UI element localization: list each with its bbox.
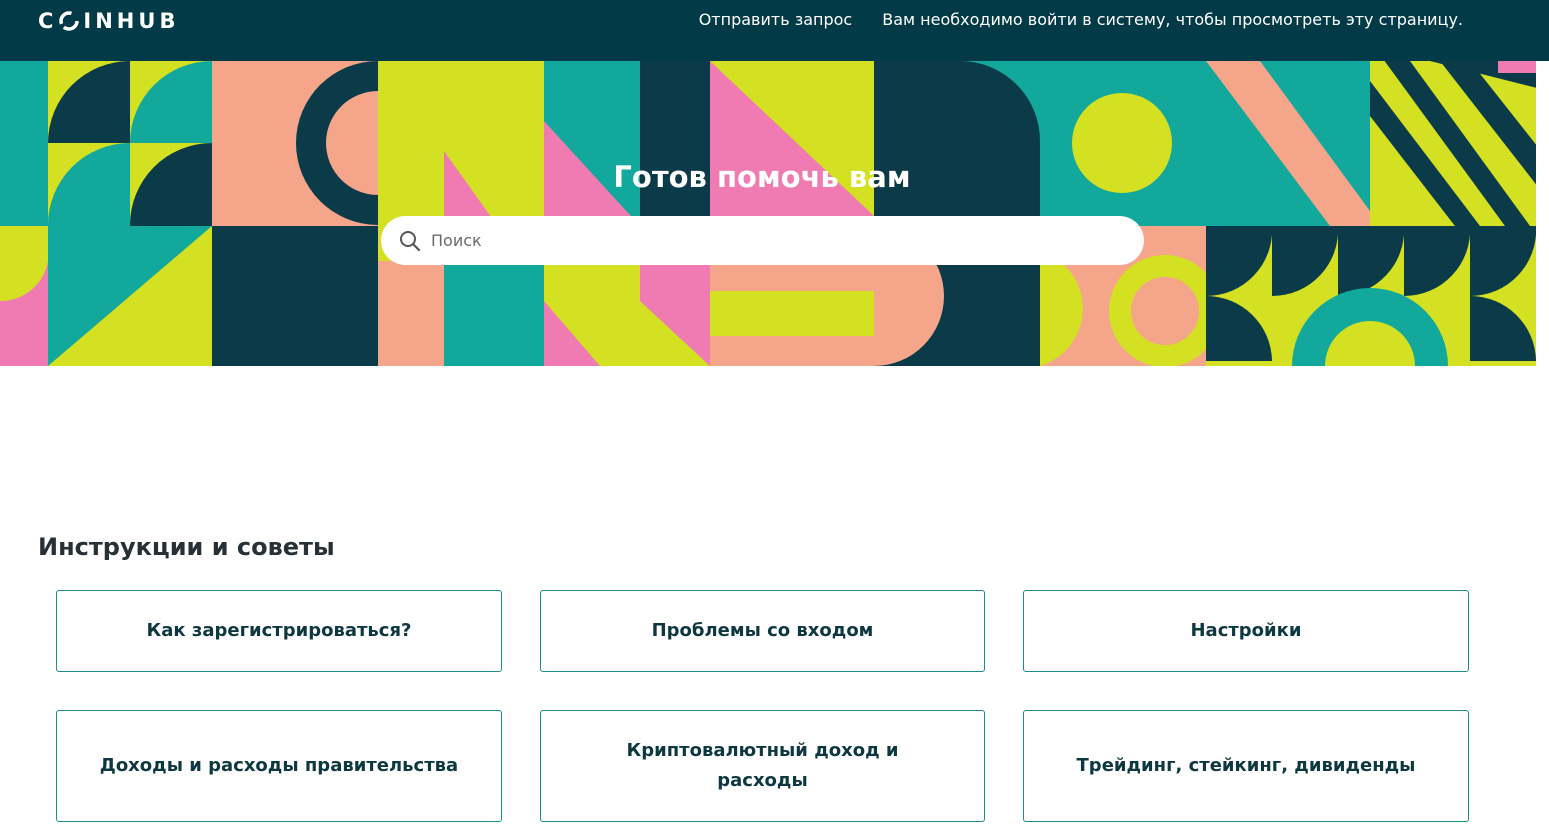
category-card-register[interactable]: Как зарегистрироваться? (56, 590, 502, 672)
category-card-government-finance[interactable]: Доходы и расходы правительства (56, 710, 502, 822)
category-card-crypto-income[interactable]: Криптовалютный доход и расходы (540, 710, 985, 822)
coin-ring-icon (59, 11, 80, 31)
login-notice-link[interactable]: Вам необходимо войти в систему, чтобы пр… (882, 10, 1463, 29)
search-input[interactable] (431, 226, 1111, 255)
category-card-settings[interactable]: Настройки (1023, 590, 1469, 672)
logo-text: INHUB (83, 9, 180, 33)
geometric-pattern-background (0, 61, 1549, 366)
logo-letter-c: C (38, 9, 58, 33)
hero-banner: Готов помочь вам (0, 61, 1549, 366)
top-header: C INHUB Отправить запрос Вам необходимо … (0, 0, 1549, 61)
search-icon (400, 231, 421, 252)
category-card-trading-staking[interactable]: Трейдинг, стейкинг, дивиденды (1023, 710, 1469, 822)
header-nav: Отправить запрос Вам необходимо войти в … (699, 10, 1463, 29)
coinhub-logo[interactable]: C INHUB (38, 8, 179, 34)
search-bar[interactable] (381, 216, 1144, 265)
section-title: Инструкции и советы (38, 533, 335, 561)
submit-request-link[interactable]: Отправить запрос (699, 10, 853, 29)
category-card-login-problems[interactable]: Проблемы со входом (540, 590, 985, 672)
hero-title: Готов помочь вам (613, 160, 911, 194)
